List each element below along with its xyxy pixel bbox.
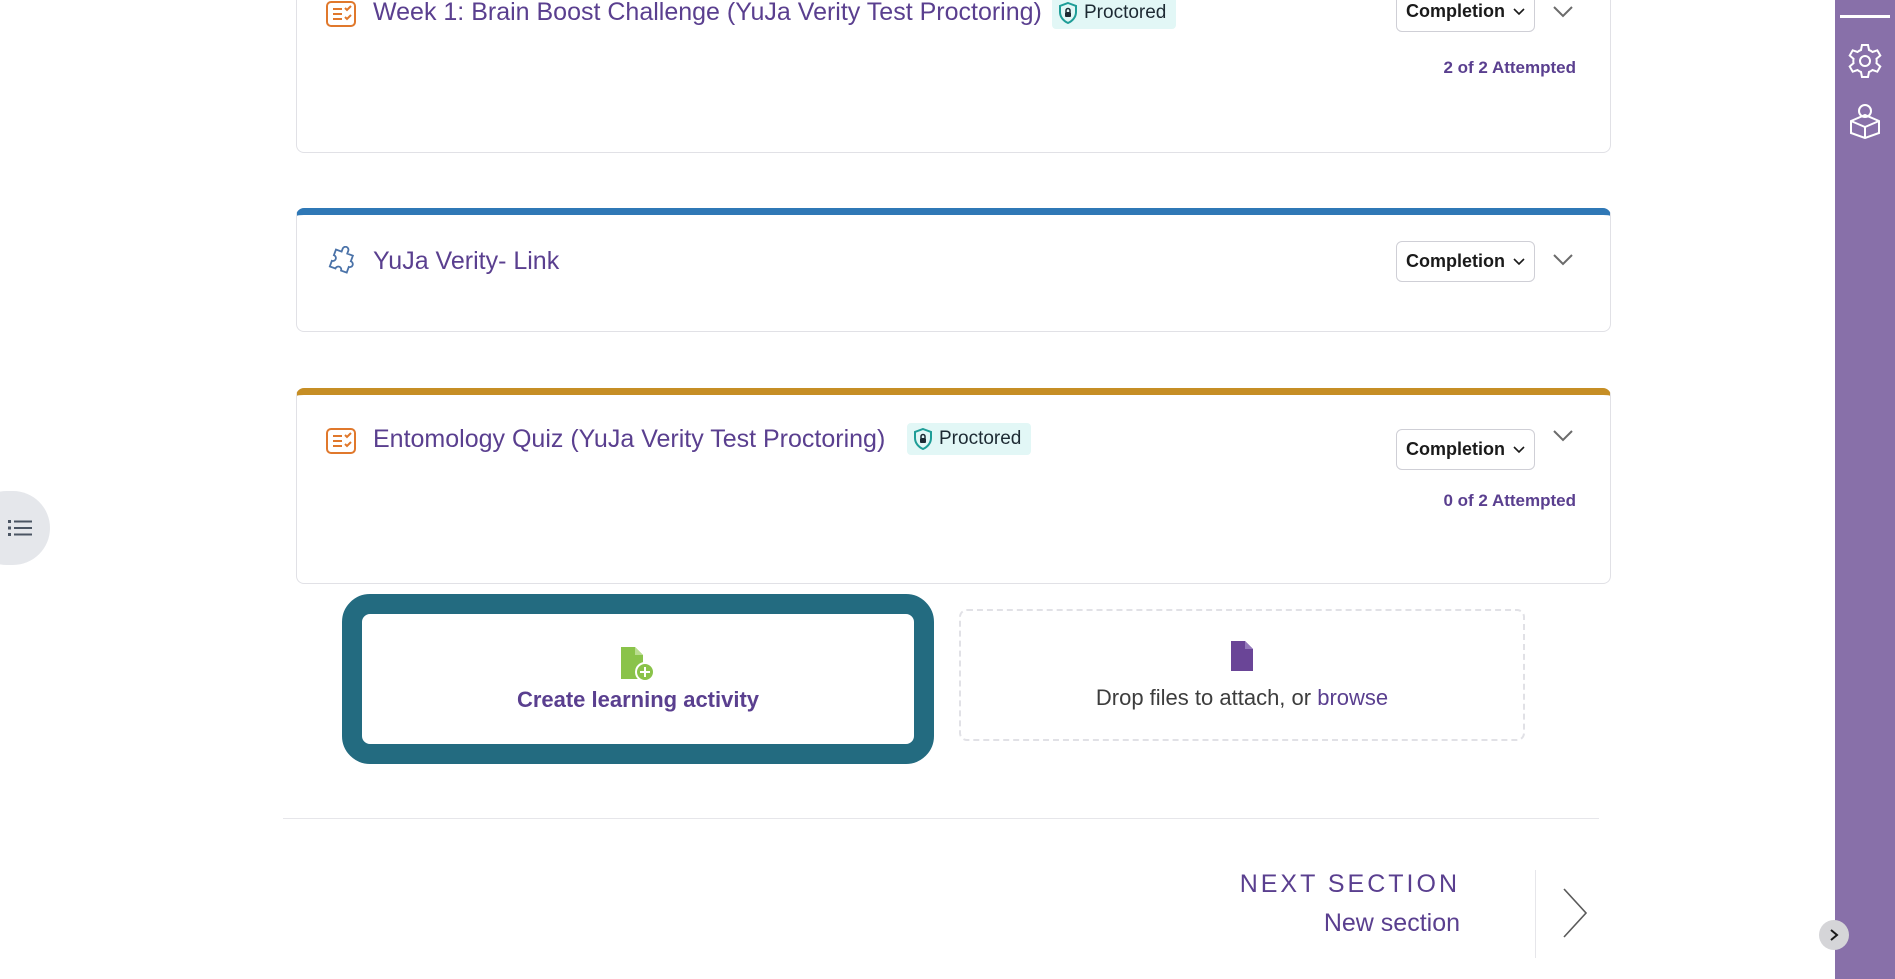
- shield-lock-icon: [914, 428, 932, 450]
- next-section-caption: NEXT SECTION: [1239, 870, 1460, 898]
- create-activity-label: Create learning activity: [516, 687, 760, 712]
- chevron-down-icon: [1513, 257, 1525, 265]
- completion-label: Completion: [1406, 251, 1505, 271]
- chevron-right-icon: [1830, 929, 1839, 941]
- attempt-status: 2 of 2 Attempted: [1443, 58, 1576, 77]
- activity-title[interactable]: YuJa Verity- Link: [373, 247, 559, 276]
- section-divider: [283, 818, 1599, 819]
- user-box-icon[interactable]: [1846, 101, 1884, 139]
- add-file-icon: [621, 647, 655, 682]
- file-icon: [1231, 641, 1253, 671]
- chevron-down-icon: [1513, 7, 1525, 15]
- activity-title[interactable]: Entomology Quiz (YuJa Verity Test Procto…: [373, 425, 885, 454]
- activity-title[interactable]: Week 1: Brain Boost Challenge (YuJa Veri…: [373, 0, 1042, 27]
- chevron-down-icon: [1553, 254, 1573, 266]
- next-section-separator: [1535, 870, 1536, 958]
- file-drop-zone[interactable]: Drop files to attach, or browse: [959, 609, 1525, 741]
- completion-dropdown[interactable]: Completion: [1396, 429, 1535, 470]
- right-sidebar: [1835, 0, 1895, 979]
- puzzle-icon: [328, 246, 355, 274]
- sidebar-collapse-button[interactable]: [1819, 920, 1849, 950]
- expand-toggle[interactable]: [1549, 422, 1577, 450]
- completion-dropdown[interactable]: Completion: [1396, 0, 1535, 32]
- drop-text: Drop files to attach, or: [1095, 685, 1318, 710]
- quiz-icon: [326, 428, 356, 454]
- activity-card-verity-link: YuJa Verity- Link Completion: [296, 208, 1611, 332]
- chevron-right-icon[interactable]: [1560, 886, 1590, 940]
- course-main: Week 1: Brain Boost Challenge (YuJa Veri…: [0, 0, 1835, 979]
- chevron-down-icon: [1553, 6, 1573, 18]
- next-section-name: New section: [1323, 909, 1460, 937]
- chevron-down-icon: [1513, 445, 1525, 453]
- gear-icon[interactable]: [1846, 42, 1884, 80]
- completion-label: Completion: [1406, 1, 1505, 21]
- activity-card-week1: Week 1: Brain Boost Challenge (YuJa Veri…: [296, 0, 1611, 153]
- badge-label: Proctored: [939, 428, 1022, 449]
- proctored-badge: Proctored: [1052, 0, 1177, 29]
- activity-card-entomology: Entomology Quiz (YuJa Verity Test Procto…: [296, 388, 1611, 584]
- browse-link[interactable]: browse: [1317, 685, 1388, 710]
- next-section-link[interactable]: NEXT SECTION New section: [1240, 870, 1460, 938]
- shield-lock-icon: [1059, 2, 1077, 24]
- sidebar-indicator: [1840, 15, 1890, 18]
- completion-dropdown[interactable]: Completion: [1396, 241, 1535, 282]
- attempt-status: 0 of 2 Attempted: [1443, 491, 1576, 510]
- proctored-badge: Proctored: [907, 423, 1032, 455]
- expand-toggle[interactable]: [1549, 246, 1577, 274]
- course-index-toggle[interactable]: [0, 491, 50, 565]
- create-activity-button[interactable]: Create learning activity: [342, 594, 934, 764]
- quiz-icon: [326, 1, 356, 27]
- list-icon: [8, 520, 32, 536]
- expand-toggle[interactable]: [1549, 0, 1577, 26]
- badge-label: Proctored: [1084, 2, 1167, 23]
- chevron-down-icon: [1553, 430, 1573, 442]
- completion-label: Completion: [1406, 439, 1505, 459]
